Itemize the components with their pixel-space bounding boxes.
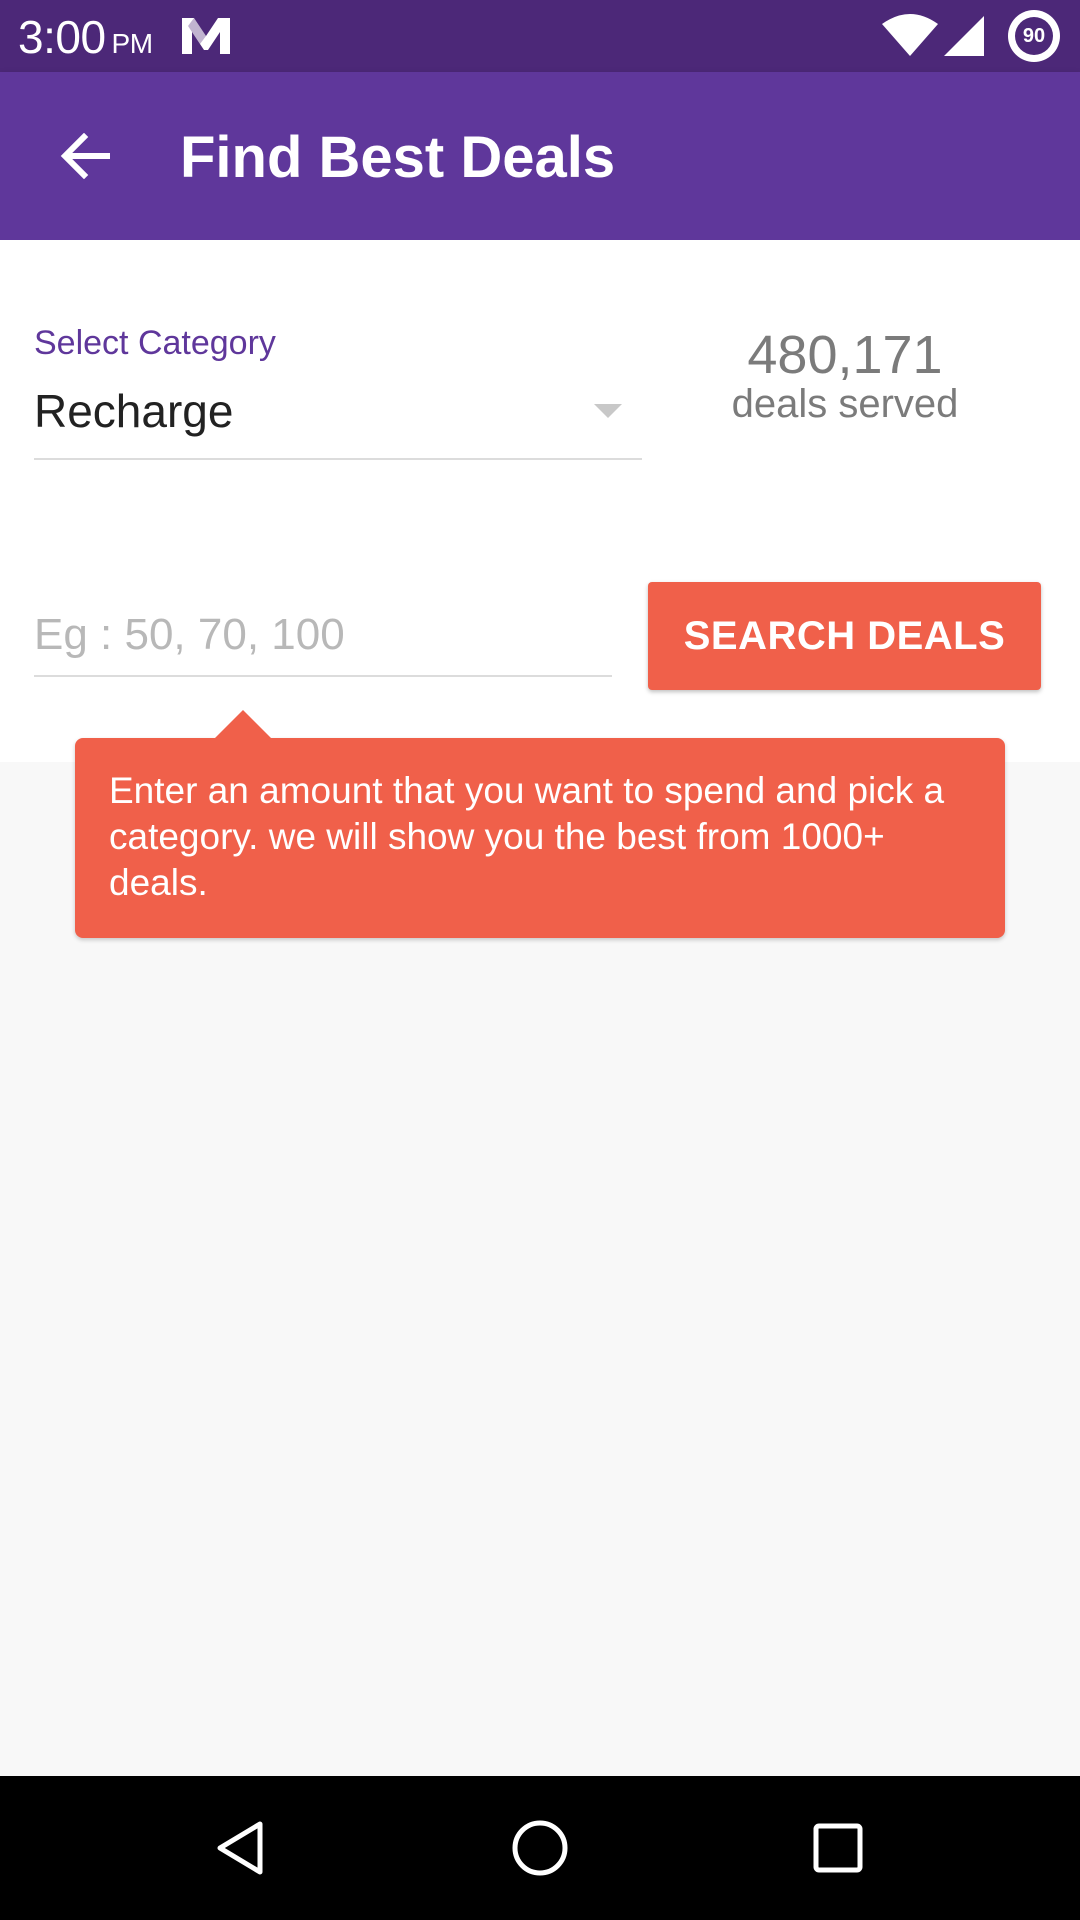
status-time: 3:00 PM <box>18 10 153 64</box>
status-ampm: PM <box>111 28 154 59</box>
tooltip-arrow <box>215 710 271 738</box>
deals-served-label: deals served <box>731 382 959 426</box>
back-button[interactable] <box>48 118 124 194</box>
notification-icon <box>182 18 230 54</box>
navigation-bar <box>0 1776 1080 1920</box>
category-label: Select Category <box>34 324 276 362</box>
search-form-card: Select Category Recharge 480,171 deals s… <box>0 240 1080 762</box>
amount-input[interactable] <box>34 595 612 677</box>
battery-icon: 90 <box>1008 10 1060 62</box>
status-bar: 3:00 PM 90 <box>0 0 1080 72</box>
battery-level: 90 <box>1022 25 1046 47</box>
app-bar: Find Best Deals <box>0 72 1080 240</box>
arrow-back-icon <box>60 133 110 179</box>
deals-count: 480,171 <box>747 325 943 385</box>
tooltip-text: Enter an amount that you want to spend a… <box>109 770 945 903</box>
nav-recents-icon[interactable] <box>806 1816 870 1880</box>
wifi-icon <box>882 14 938 56</box>
hint-tooltip: Enter an amount that you want to spend a… <box>75 710 1005 938</box>
nav-home-icon[interactable] <box>508 1816 572 1880</box>
status-time-value: 3:00 <box>18 11 106 63</box>
category-dropdown[interactable]: Recharge <box>34 380 642 460</box>
signal-icon <box>944 16 984 56</box>
nav-back-icon[interactable] <box>210 1816 274 1880</box>
page-title: Find Best Deals <box>180 125 616 190</box>
dropdown-arrow-icon <box>594 404 622 418</box>
category-selected-value: Recharge <box>34 385 234 437</box>
search-deals-button[interactable]: SEARCH DEALS <box>648 582 1041 690</box>
